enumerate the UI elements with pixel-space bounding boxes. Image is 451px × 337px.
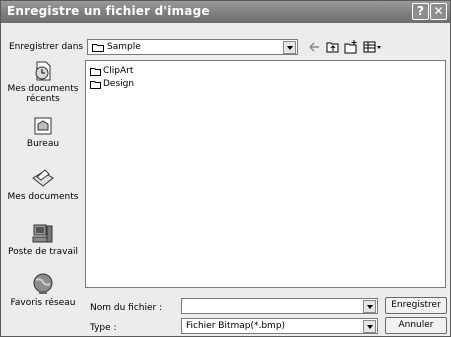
desktop-icon — [34, 117, 52, 135]
place-label: Favoris réseau — [10, 298, 76, 308]
filename-dropdown-arrow[interactable] — [363, 300, 376, 313]
place-recent-documents[interactable]: Mes documents récents — [5, 60, 81, 104]
file-list[interactable]: ClipArt Design — [85, 60, 446, 288]
my-documents-icon — [32, 169, 54, 187]
folder-icon — [90, 81, 101, 89]
up-folder-icon[interactable] — [326, 40, 340, 54]
place-my-computer[interactable]: Poste de travail — [5, 223, 81, 257]
place-network[interactable]: Favoris réseau — [5, 272, 81, 308]
title-bar[interactable]: Enregistre un fichier d'image ? ✕ — [1, 1, 450, 23]
save-image-dialog: Enregistre un fichier d'image ? ✕ Enregi… — [0, 0, 451, 337]
cancel-button[interactable]: Annuler — [385, 317, 447, 334]
filetype-label: Type : — [90, 323, 117, 333]
location-combobox[interactable]: Sample — [87, 39, 298, 55]
places-bar: Mes documents récents Bureau Mes documen… — [5, 60, 81, 315]
save-button[interactable]: Enregistrer — [385, 297, 447, 314]
place-desktop[interactable]: Bureau — [5, 115, 81, 149]
folder-icon — [92, 44, 104, 52]
location-dropdown-arrow[interactable] — [283, 41, 296, 54]
filename-input[interactable] — [181, 298, 378, 314]
window-title: Enregistre un fichier d'image — [7, 4, 210, 18]
view-menu-icon[interactable] — [363, 40, 383, 54]
filetype-select[interactable]: Fichier Bitmap(*.bmp) — [181, 318, 378, 334]
network-places-icon — [33, 273, 53, 294]
back-arrow-icon[interactable] — [308, 40, 321, 54]
place-label: Poste de travail — [8, 247, 78, 257]
recent-documents-icon — [35, 61, 51, 81]
file-name: Design — [103, 79, 135, 89]
place-label: Mes documents récents — [7, 84, 79, 104]
help-button[interactable]: ? — [412, 3, 429, 20]
place-label: Mes documents — [7, 192, 79, 202]
close-button[interactable]: ✕ — [430, 3, 447, 20]
file-name: ClipArt — [103, 66, 134, 76]
folder-icon — [90, 68, 101, 76]
location-value: Sample — [107, 42, 141, 52]
place-my-documents[interactable]: Mes documents — [5, 168, 81, 202]
filename-label: Nom du fichier : — [90, 303, 163, 313]
new-folder-icon[interactable] — [344, 40, 358, 54]
place-label: Bureau — [26, 139, 60, 149]
location-label: Enregistrer dans : — [9, 42, 89, 52]
filetype-dropdown-arrow[interactable] — [363, 320, 376, 333]
my-computer-icon — [32, 224, 53, 243]
filetype-value: Fichier Bitmap(*.bmp) — [186, 321, 286, 331]
